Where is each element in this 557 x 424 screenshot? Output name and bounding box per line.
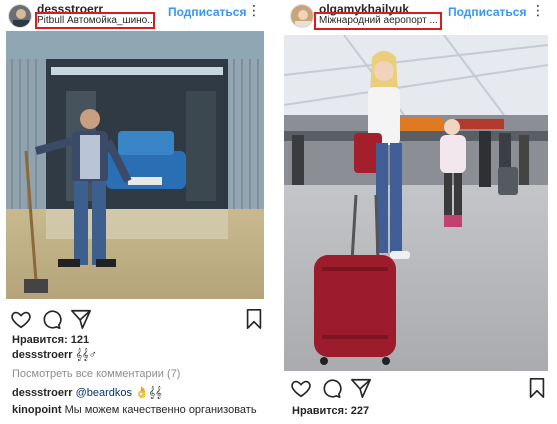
- comment: kinopoint Мы можем качественно организов…: [12, 404, 257, 416]
- more-icon[interactable]: ⋮: [247, 2, 261, 19]
- comment-username[interactable]: dessstroerr: [12, 387, 73, 399]
- caption-text: 𝄞𝄞♂: [75, 349, 97, 361]
- heart-icon[interactable]: [290, 377, 312, 399]
- view-all-comments-link[interactable]: Посмотреть все комментарии (7): [12, 368, 180, 380]
- comment: dessstroerr @beardkos 👌𝄞𝄞: [12, 386, 162, 400]
- likes-count[interactable]: Нравится: 227: [292, 405, 369, 417]
- comment-icon[interactable]: [320, 377, 342, 399]
- follow-button[interactable]: Подписаться: [448, 5, 526, 19]
- avatar[interactable]: [290, 4, 314, 28]
- avatar[interactable]: [8, 4, 32, 28]
- bookmark-icon[interactable]: [243, 308, 265, 330]
- comment-icon[interactable]: [40, 308, 62, 330]
- comment-mention[interactable]: @beardkos: [76, 387, 132, 399]
- comment-text: 👌𝄞𝄞: [135, 387, 162, 399]
- caption: dessstroerr 𝄞𝄞♂: [12, 349, 97, 362]
- more-icon[interactable]: ⋮: [531, 2, 545, 19]
- follow-button[interactable]: Подписаться: [168, 5, 246, 19]
- comment-text: Мы можем качественно организовать: [64, 404, 257, 416]
- caption-username[interactable]: dessstroerr: [12, 349, 73, 361]
- post-photo[interactable]: [6, 31, 264, 299]
- post-header: olgamykhailyuk Міжнародний аеропорт ... …: [282, 0, 552, 31]
- likes-count[interactable]: Нравится: 121: [12, 334, 89, 346]
- post-photo[interactable]: [284, 35, 548, 371]
- post-location[interactable]: Pitbull Автомойка_шино...: [37, 15, 156, 26]
- heart-icon[interactable]: [10, 308, 32, 330]
- post-location[interactable]: Міжнародний аеропорт ...: [319, 15, 438, 26]
- post-actions: [282, 377, 552, 401]
- post-left: dessstroerr Pitbull Автомойка_шино... По…: [0, 0, 270, 424]
- post-right: olgamykhailyuk Міжнародний аеропорт ... …: [282, 0, 552, 424]
- post-header: dessstroerr Pitbull Автомойка_шино... По…: [0, 0, 270, 31]
- share-icon[interactable]: [350, 377, 372, 399]
- post-actions: [0, 308, 270, 332]
- comment-username[interactable]: kinopoint: [12, 404, 62, 416]
- share-icon[interactable]: [70, 308, 92, 330]
- bookmark-icon[interactable]: [526, 377, 548, 399]
